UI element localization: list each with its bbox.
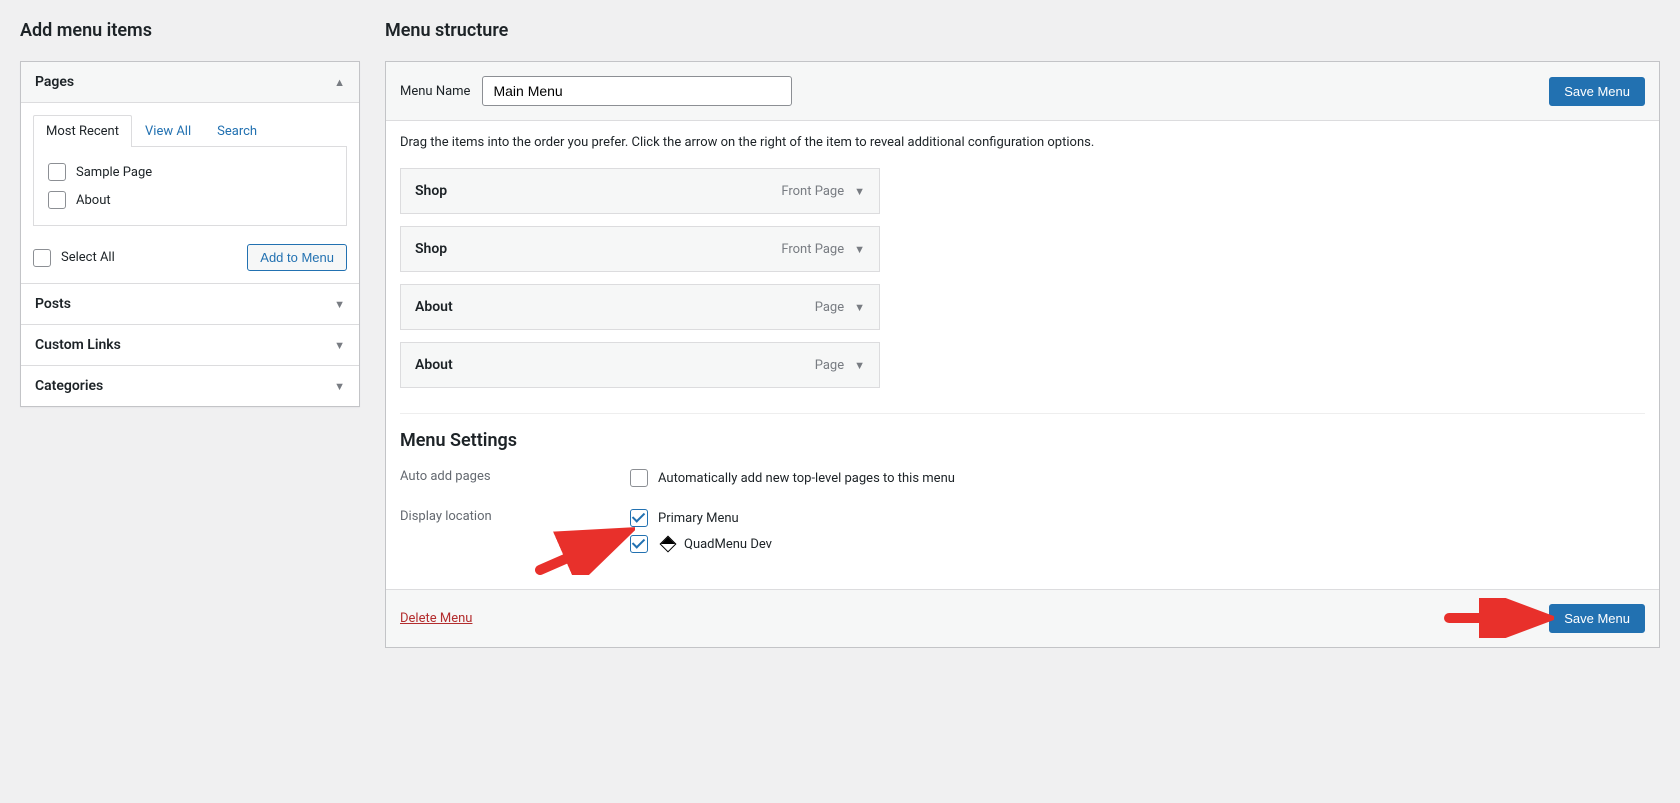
menu-instructions: Drag the items into the order you prefer… <box>400 135 1645 150</box>
accordion-pages[interactable]: Pages ▲ <box>21 62 359 103</box>
display-location-row: Display location Primary Menu QuadMenu D… <box>400 509 1645 561</box>
menu-edit-panel: Menu Name Save Menu Drag the items into … <box>385 61 1660 648</box>
menu-item-type: Front Page <box>781 184 844 199</box>
location-primary-label: Primary Menu <box>658 511 739 526</box>
menu-item-about-2[interactable]: About Page ▼ <box>400 342 880 388</box>
chevron-down-icon[interactable]: ▼ <box>854 185 865 198</box>
location-quadmenu-label: QuadMenu Dev <box>684 537 772 552</box>
tab-panel: Sample Page About <box>33 146 347 226</box>
menu-body: Drag the items into the order you prefer… <box>386 121 1659 589</box>
accordion-pages-body: Most Recent View All Search Sample Page … <box>21 103 359 283</box>
chevron-down-icon[interactable]: ▼ <box>854 243 865 256</box>
menu-item-title: Shop <box>415 183 447 199</box>
menu-item-title: About <box>415 299 453 315</box>
menu-item-title: About <box>415 357 453 373</box>
menu-item-title: Shop <box>415 241 447 257</box>
tab-view-all[interactable]: View All <box>132 115 204 147</box>
add-to-menu-button[interactable]: Add to Menu <box>247 244 347 271</box>
checkbox-auto-add[interactable] <box>630 469 648 487</box>
save-menu-button-top[interactable]: Save Menu <box>1549 77 1645 106</box>
checkbox-sample-page[interactable] <box>48 163 66 181</box>
accordion-custom-links[interactable]: Custom Links ▼ <box>21 324 359 365</box>
page-item-sample: Sample Page <box>48 163 332 181</box>
checkbox-primary-menu[interactable] <box>630 509 648 527</box>
menu-settings-heading: Menu Settings <box>400 430 1645 451</box>
caret-down-icon: ▼ <box>334 298 345 311</box>
accordion-posts[interactable]: Posts ▼ <box>21 283 359 324</box>
auto-add-checkbox-label: Automatically add new top-level pages to… <box>658 471 955 486</box>
accordion-categories-label: Categories <box>35 378 103 394</box>
chevron-down-icon[interactable]: ▼ <box>854 301 865 314</box>
menu-item-shop-2[interactable]: Shop Front Page ▼ <box>400 226 880 272</box>
checkbox-about[interactable] <box>48 191 66 209</box>
menu-item-type: Front Page <box>781 242 844 257</box>
checkbox-select-all[interactable] <box>33 249 51 267</box>
accordion-container: Pages ▲ Most Recent View All Search Samp… <box>20 61 360 407</box>
menu-item-about-1[interactable]: About Page ▼ <box>400 284 880 330</box>
page-item-label: About <box>76 193 111 208</box>
display-location-label: Display location <box>400 509 630 524</box>
select-all-row: Select All <box>33 249 115 267</box>
page-item-label: Sample Page <box>76 165 152 180</box>
auto-add-label: Auto add pages <box>400 469 630 484</box>
delete-menu-link[interactable]: Delete Menu <box>400 611 472 626</box>
tabs: Most Recent View All Search <box>33 115 347 147</box>
caret-down-icon: ▼ <box>334 380 345 393</box>
menu-structure-heading: Menu structure <box>385 20 1660 41</box>
accordion-posts-label: Posts <box>35 296 71 312</box>
menu-name-label: Menu Name <box>400 84 470 99</box>
menu-item-shop-1[interactable]: Shop Front Page ▼ <box>400 168 880 214</box>
add-menu-items-heading: Add menu items <box>20 20 360 41</box>
accordion-categories[interactable]: Categories ▼ <box>21 365 359 406</box>
accordion-custom-links-label: Custom Links <box>35 337 121 353</box>
tab-search[interactable]: Search <box>204 115 270 147</box>
tab-most-recent[interactable]: Most Recent <box>33 115 132 147</box>
auto-add-row: Auto add pages Automatically add new top… <box>400 469 1645 495</box>
menu-name-input[interactable] <box>482 76 792 106</box>
menu-item-type: Page <box>815 300 844 315</box>
menu-footer: Delete Menu Save Menu <box>386 589 1659 647</box>
select-all-label: Select All <box>61 250 115 265</box>
caret-down-icon: ▼ <box>334 339 345 352</box>
chevron-down-icon[interactable]: ▼ <box>854 359 865 372</box>
menu-item-type: Page <box>815 358 844 373</box>
caret-up-icon: ▲ <box>334 76 345 89</box>
add-row: Select All Add to Menu <box>33 244 347 271</box>
menu-header: Menu Name Save Menu <box>386 62 1659 121</box>
page-item-about: About <box>48 191 332 209</box>
diamond-icon <box>660 536 677 553</box>
menu-settings: Menu Settings Auto add pages Automatical… <box>400 413 1645 561</box>
accordion-pages-label: Pages <box>35 74 74 90</box>
checkbox-quadmenu-dev[interactable] <box>630 535 648 553</box>
save-menu-button-bottom[interactable]: Save Menu <box>1549 604 1645 633</box>
